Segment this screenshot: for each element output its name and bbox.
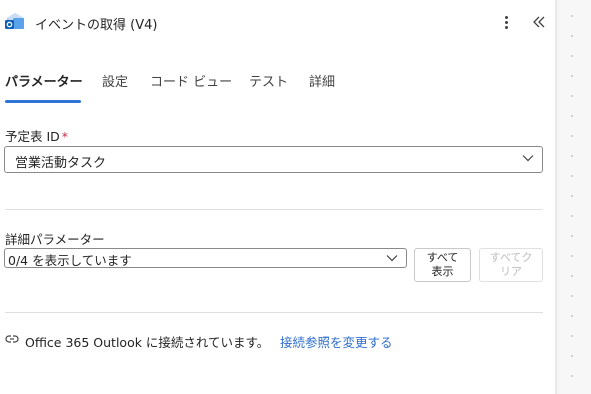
calendar-id-dropdown[interactable]: 営業活動タスク xyxy=(4,146,543,173)
collapse-panel-button[interactable] xyxy=(528,10,550,34)
section-divider xyxy=(5,209,543,210)
tab-details[interactable]: 詳細 xyxy=(309,73,335,93)
required-mark: * xyxy=(61,129,69,144)
show-all-button[interactable]: すべて 表示 xyxy=(414,248,471,282)
show-all-button-label: すべて 表示 xyxy=(426,251,459,278)
clear-all-button-label: すべてク リア xyxy=(489,251,533,278)
tab-code-view[interactable]: コード ビュー xyxy=(150,73,232,93)
more-vertical-icon xyxy=(504,15,508,19)
tab-parameters[interactable]: パラメーター xyxy=(5,73,83,93)
advanced-parameters-label: 詳細パラメーター xyxy=(5,232,105,247)
tab-settings[interactable]: 設定 xyxy=(102,73,128,93)
tab-bar: パラメーター 設定 コード ビュー テスト 詳細 xyxy=(0,73,555,105)
calendar-id-label: 予定表 ID * xyxy=(5,126,68,145)
more-vertical-icon xyxy=(504,25,508,29)
action-title: イベントの取得 (V4) xyxy=(35,18,158,33)
more-options-button[interactable] xyxy=(496,10,516,34)
active-tab-indicator xyxy=(5,100,81,103)
chevron-down-icon xyxy=(386,255,398,262)
more-vertical-icon xyxy=(504,20,508,24)
action-details-panel: イベントの取得 (V4) パラメーター 設定 コード ビュー テスト 詳細 予定… xyxy=(0,0,555,394)
calendar-id-label-text: 予定表 ID xyxy=(5,129,60,144)
designer-canvas[interactable] xyxy=(558,0,591,394)
calendar-id-value: 営業活動タスク xyxy=(15,156,107,171)
outlook-calendar-icon xyxy=(4,10,26,32)
connection-status: Office 365 Outlook に接続されています。 接続参照を変更する xyxy=(5,330,555,350)
advanced-parameters-value: 0/4 を表示しています xyxy=(8,253,132,268)
section-divider xyxy=(5,312,543,313)
double-chevron-left-icon xyxy=(533,16,545,28)
link-icon xyxy=(5,335,19,343)
chevron-down-icon xyxy=(522,155,534,162)
connection-status-text: Office 365 Outlook に接続されています。 xyxy=(25,335,270,350)
tab-test[interactable]: テスト xyxy=(249,73,288,93)
panel-header: イベントの取得 (V4) xyxy=(0,8,555,38)
clear-all-button[interactable]: すべてク リア xyxy=(479,248,543,282)
advanced-parameters-dropdown[interactable]: 0/4 を表示しています xyxy=(4,248,407,268)
change-connection-link[interactable]: 接続参照を変更する xyxy=(280,332,393,351)
